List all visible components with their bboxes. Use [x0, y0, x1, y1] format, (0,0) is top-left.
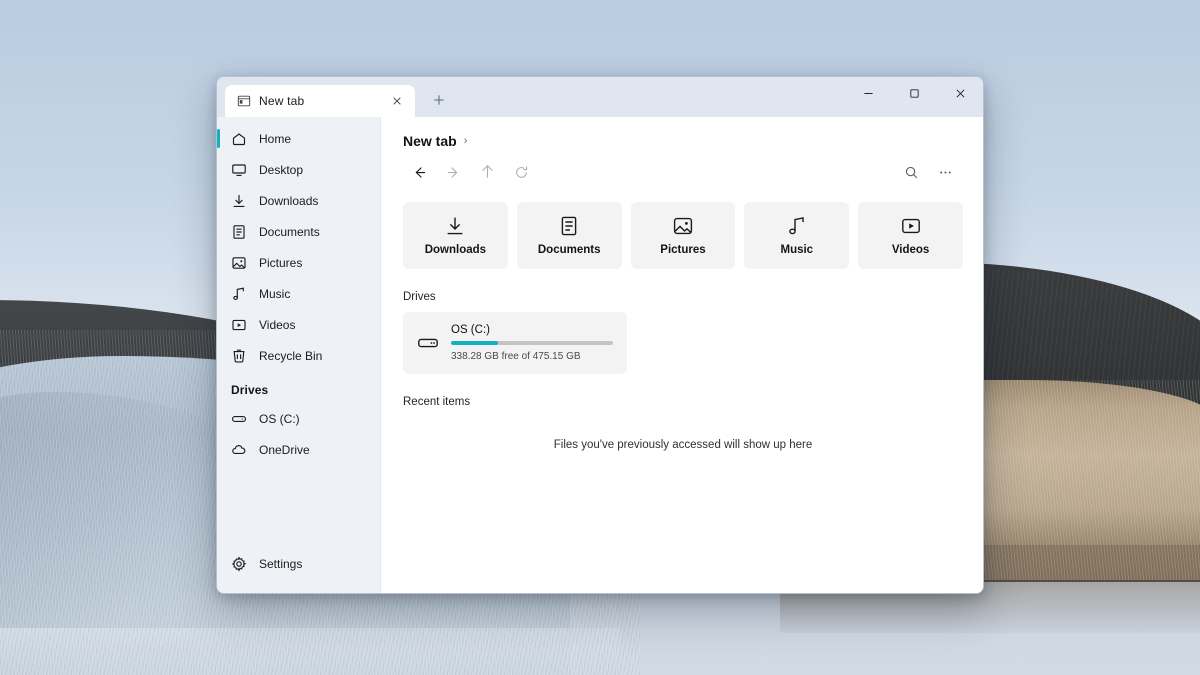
- refresh-icon[interactable]: [505, 157, 537, 187]
- maximize-button[interactable]: [891, 77, 937, 109]
- quick-access-card-downloads[interactable]: Downloads: [403, 202, 508, 269]
- breadcrumb[interactable]: New tab ›: [403, 133, 963, 149]
- sidebar-item-label: Videos: [259, 317, 296, 332]
- video-icon: [231, 317, 247, 333]
- search-icon[interactable]: [895, 157, 927, 187]
- drive-name: OS (C:): [451, 324, 490, 336]
- sidebar-item-label: Music: [259, 286, 291, 301]
- navigation-toolbar: [403, 152, 963, 192]
- desktop-icon: [231, 162, 247, 178]
- gear-icon: [231, 555, 247, 572]
- document-icon: [558, 215, 580, 237]
- recent-items-title: Recent items: [403, 396, 471, 408]
- navigation-sidebar: Home Desktop Downloads Documents Picture…: [217, 117, 381, 593]
- drives-section-title: Drives: [403, 291, 436, 303]
- sidebar-item-onedrive[interactable]: OneDrive: [217, 434, 380, 465]
- more-icon[interactable]: [929, 157, 961, 187]
- recycle-bin-icon: [231, 348, 247, 364]
- title-bar: New tab: [217, 77, 983, 117]
- video-icon: [900, 215, 922, 237]
- sidebar-item-music[interactable]: Music: [217, 278, 380, 309]
- sidebar-item-label: Settings: [259, 556, 303, 571]
- download-icon: [231, 193, 247, 209]
- drive-icon: [417, 332, 439, 354]
- quick-access-card-documents[interactable]: Documents: [516, 202, 622, 269]
- drive-capacity-bar: [451, 341, 613, 345]
- content-pane: New tab › Downloads Documents Pictures M…: [381, 117, 983, 593]
- chevron-right-icon: ›: [463, 135, 468, 147]
- forward-icon[interactable]: [437, 157, 469, 187]
- sidebar-item-home[interactable]: Home: [217, 123, 380, 154]
- up-icon[interactable]: [471, 157, 503, 187]
- recent-items-empty-text: Files you've previously accessed will sh…: [553, 439, 813, 451]
- breadcrumb-current: New tab: [403, 133, 457, 149]
- home-icon: [231, 131, 247, 147]
- sidebar-item-pictures[interactable]: Pictures: [217, 247, 380, 278]
- card-label: Videos: [891, 244, 930, 256]
- tab-strip: New tab: [217, 77, 845, 117]
- close-tab-icon[interactable]: [387, 91, 407, 111]
- card-label: Pictures: [660, 244, 706, 256]
- sidebar-item-label: Home: [259, 131, 292, 146]
- tab-new-tab[interactable]: New tab: [225, 85, 415, 117]
- minimize-button[interactable]: [845, 77, 891, 109]
- sidebar-item-desktop[interactable]: Desktop: [217, 154, 380, 185]
- document-icon: [231, 224, 247, 240]
- new-tab-button[interactable]: [425, 86, 453, 114]
- picture-icon: [231, 255, 247, 271]
- quick-access-card-videos[interactable]: Videos: [858, 202, 963, 269]
- sidebar-item-recycle-bin[interactable]: Recycle Bin: [217, 340, 380, 371]
- card-label: Downloads: [424, 244, 487, 256]
- card-label: Documents: [537, 244, 601, 256]
- back-icon[interactable]: [403, 157, 435, 187]
- close-window-button[interactable]: [937, 77, 983, 109]
- sidebar-item-os-c[interactable]: OS (C:): [217, 403, 380, 434]
- sidebar-item-label: Documents: [259, 224, 320, 239]
- quick-access-card-music[interactable]: Music: [744, 202, 850, 269]
- sidebar-item-label: Pictures: [259, 255, 303, 270]
- sidebar-item-label: Recycle Bin: [259, 348, 323, 363]
- drive-card-os-c[interactable]: OS (C:) 338.28 GB free of 475.15 GB: [403, 312, 627, 374]
- sidebar-item-label: OS (C:): [259, 411, 300, 426]
- drive-info: OS (C:) 338.28 GB free of 475.15 GB: [451, 324, 613, 362]
- sidebar-drives-heading: Drives: [231, 383, 269, 397]
- recent-items-section: Recent items Files you've previously acc…: [403, 396, 963, 451]
- sidebar-item-documents[interactable]: Documents: [217, 216, 380, 247]
- folder-tab-icon: [237, 94, 251, 108]
- sidebar-item-label: OneDrive: [259, 442, 310, 457]
- sidebar-item-downloads[interactable]: Downloads: [217, 185, 380, 216]
- drive-capacity-fill: [451, 341, 498, 345]
- window-body: Home Desktop Downloads Documents Picture…: [217, 117, 983, 593]
- file-explorer-window: New tab Home Desktop Downloads Documents…: [216, 76, 984, 594]
- sidebar-item-label: Desktop: [259, 162, 304, 177]
- music-icon: [231, 286, 247, 302]
- quick-access-card-pictures[interactable]: Pictures: [630, 202, 736, 269]
- drives-section: Drives OS (C:) 338.28 GB free of 475.15 …: [403, 291, 963, 374]
- download-icon: [444, 215, 466, 237]
- quick-access-cards: Downloads Documents Pictures Music Video…: [403, 202, 963, 269]
- sidebar-item-videos[interactable]: Videos: [217, 309, 380, 340]
- picture-icon: [672, 215, 694, 237]
- drive-capacity-text: 338.28 GB free of 475.15 GB: [451, 351, 581, 362]
- desktop-wallpaper: New tab Home Desktop Downloads Documents…: [0, 0, 1200, 675]
- card-label: Music: [780, 244, 814, 256]
- sidebar-item-label: Downloads: [259, 193, 319, 208]
- tab-title: New tab: [259, 94, 305, 108]
- cloud-icon: [231, 442, 247, 458]
- sidebar-item-settings[interactable]: Settings: [217, 548, 380, 579]
- drive-icon: [231, 411, 247, 427]
- music-icon: [786, 215, 808, 237]
- window-controls: [845, 77, 983, 117]
